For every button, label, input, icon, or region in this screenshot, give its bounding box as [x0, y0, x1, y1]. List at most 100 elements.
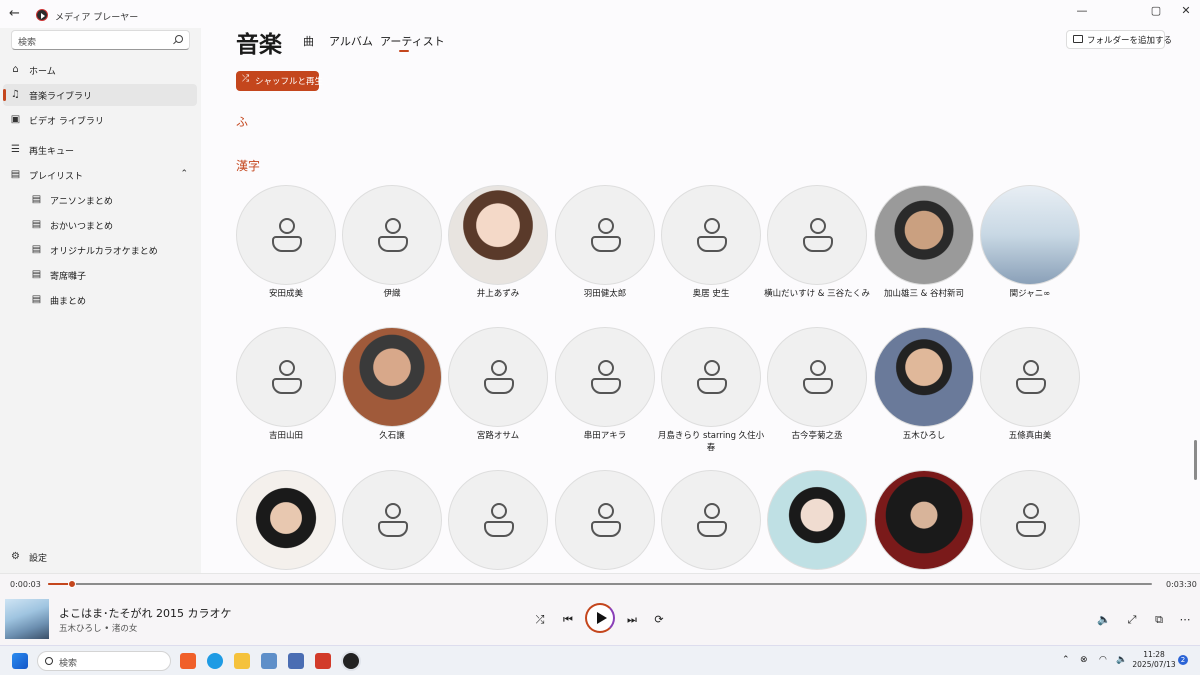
artist-name[interactable]: 串田アキラ: [551, 430, 659, 442]
seek-bar[interactable]: [48, 580, 1152, 588]
media-player-taskbar-icon[interactable]: [343, 653, 359, 669]
speaker-icon[interactable]: 🔈: [1116, 655, 1127, 665]
volume-icon[interactable]: 🔈: [1096, 612, 1112, 628]
now-playing-title[interactable]: よこはま･たそがれ 2015 カラオケ: [59, 605, 232, 621]
artist-photo[interactable]: [874, 185, 974, 285]
artist-placeholder[interactable]: [342, 470, 442, 570]
artist-card[interactable]: 横山だいすけ & 三谷たくみ: [764, 185, 870, 325]
artist-placeholder[interactable]: [342, 185, 442, 285]
mini-player-icon[interactable]: ⧉: [1151, 612, 1167, 628]
section-header-fu[interactable]: ふ: [236, 113, 248, 130]
artist-card[interactable]: 井上あずみ: [448, 185, 548, 325]
audio-app-icon[interactable]: [315, 653, 331, 669]
artist-photo[interactable]: [874, 470, 974, 570]
artist-card[interactable]: 関ジャニ∞: [980, 185, 1080, 325]
shuffle-and-play-button[interactable]: ⤮ シャッフルと再生: [236, 71, 323, 91]
artist-card[interactable]: 伊織: [342, 185, 442, 325]
now-playing-artist[interactable]: 五木ひろし • 渚の女: [59, 622, 137, 634]
artist-name[interactable]: 関ジャニ∞: [976, 288, 1084, 300]
artist-name[interactable]: 月島きらり starring 久住小春: [657, 430, 765, 454]
previous-icon[interactable]: ⏮: [560, 612, 576, 628]
playlist-item[interactable]: ▤ 曲まとめ: [3, 289, 197, 311]
artist-name[interactable]: 安田成美: [232, 288, 340, 300]
artist-placeholder[interactable]: [236, 327, 336, 427]
tray-app-icon[interactable]: ⊗: [1080, 655, 1088, 665]
playlist-item[interactable]: ▤ オリジナルカラオケまとめ: [3, 239, 197, 261]
artist-placeholder[interactable]: [980, 470, 1080, 570]
fullscreen-icon[interactable]: ⤢: [1124, 612, 1140, 628]
artist-placeholder[interactable]: [661, 470, 761, 570]
wifi-icon[interactable]: ◠: [1099, 655, 1107, 665]
artist-card[interactable]: 五木ひろし: [874, 327, 974, 467]
shuffle-toggle-icon[interactable]: ⤮: [532, 612, 548, 628]
artist-name[interactable]: 伊織: [338, 288, 446, 300]
artist-card[interactable]: 羽田健太郎: [555, 185, 655, 325]
windows-start-icon[interactable]: [12, 653, 28, 669]
playlist-item[interactable]: ▤ 寄席囃子: [3, 264, 197, 286]
artist-photo[interactable]: [980, 185, 1080, 285]
artist-card[interactable]: 古今亭菊之丞: [767, 327, 867, 467]
artist-card[interactable]: 久石譲: [342, 327, 442, 467]
seek-thumb[interactable]: [68, 580, 77, 588]
next-icon[interactable]: ⏭: [624, 612, 640, 628]
play-button[interactable]: [585, 603, 615, 633]
artist-name[interactable]: 五木ひろし: [870, 430, 978, 442]
artist-name[interactable]: 古今亭菊之丞: [763, 430, 871, 442]
clock[interactable]: 11:28 2025/07/13: [1132, 650, 1176, 670]
media-app-icon[interactable]: [261, 653, 277, 669]
artist-photo[interactable]: [874, 327, 974, 427]
back-arrow-icon[interactable]: ←: [9, 6, 20, 21]
tab-albums[interactable]: アルバム: [329, 33, 373, 49]
sidebar-item-music-library[interactable]: ♫ 音楽ライブラリ: [3, 84, 197, 106]
artist-name[interactable]: 横山だいすけ & 三谷たくみ: [763, 288, 871, 300]
search-icon[interactable]: [175, 35, 183, 43]
artist-photo[interactable]: [767, 470, 867, 570]
playlist-item[interactable]: ▤ おかいつまとめ: [3, 214, 197, 236]
album-art[interactable]: [5, 599, 49, 639]
chevron-up-icon[interactable]: ⌃: [180, 169, 188, 179]
artist-photo[interactable]: [448, 185, 548, 285]
edge-browser-icon[interactable]: [207, 653, 223, 669]
sidebar-item-video-library[interactable]: ▣ ビデオ ライブラリ: [3, 109, 197, 131]
artist-placeholder[interactable]: [980, 327, 1080, 427]
artist-placeholder[interactable]: [555, 185, 655, 285]
repeat-icon[interactable]: ⟳: [651, 612, 667, 628]
artist-name[interactable]: 奥居 史生: [657, 288, 765, 300]
taskbar-search[interactable]: 検索: [37, 651, 171, 671]
notification-badge[interactable]: 2: [1178, 655, 1188, 665]
artist-placeholder[interactable]: [661, 327, 761, 427]
tray-expand-icon[interactable]: ⌃: [1062, 655, 1070, 665]
artist-card[interactable]: 五條真由美: [980, 327, 1080, 467]
artist-name[interactable]: 宮路オサム: [444, 430, 552, 442]
search-input[interactable]: 検索: [11, 30, 190, 50]
section-header-kanji[interactable]: 漢字: [236, 157, 260, 174]
artist-placeholder[interactable]: [448, 470, 548, 570]
tab-artists[interactable]: アーティスト: [380, 33, 445, 49]
more-options-icon[interactable]: ⋯: [1177, 612, 1193, 628]
sidebar-item-settings[interactable]: ⚙ 設定: [3, 546, 197, 568]
playlist-item[interactable]: ▤ アニソンまとめ: [3, 189, 197, 211]
artist-card[interactable]: 宮路オサム: [448, 327, 548, 467]
sidebar-item-play-queue[interactable]: ☰ 再生キュー: [3, 139, 197, 161]
artist-placeholder[interactable]: [767, 185, 867, 285]
artist-photo[interactable]: [236, 470, 336, 570]
artist-name[interactable]: 羽田健太郎: [551, 288, 659, 300]
artist-card[interactable]: 奥居 史生: [661, 185, 761, 325]
sidebar-item-playlists[interactable]: ▤ プレイリスト ⌃: [3, 164, 197, 186]
scrollbar-thumb[interactable]: [1194, 440, 1197, 480]
artist-placeholder[interactable]: [555, 327, 655, 427]
artist-name[interactable]: 加山雄三 & 谷村新司: [870, 288, 978, 300]
word-icon[interactable]: [288, 653, 304, 669]
artist-name[interactable]: 井上あずみ: [444, 288, 552, 300]
artist-name[interactable]: 久石譲: [338, 430, 446, 442]
file-explorer-icon[interactable]: [234, 653, 250, 669]
add-folder-button[interactable]: フォルダーを追加する: [1066, 30, 1172, 49]
artist-placeholder[interactable]: [448, 327, 548, 427]
artist-card[interactable]: 串田アキラ: [555, 327, 655, 467]
brave-browser-icon[interactable]: [180, 653, 196, 669]
artist-placeholder[interactable]: [555, 470, 655, 570]
artist-card[interactable]: 安田成美: [236, 185, 336, 325]
artist-name[interactable]: 吉田山田: [232, 430, 340, 442]
artist-placeholder[interactable]: [767, 327, 867, 427]
tab-songs[interactable]: 曲: [303, 33, 314, 49]
